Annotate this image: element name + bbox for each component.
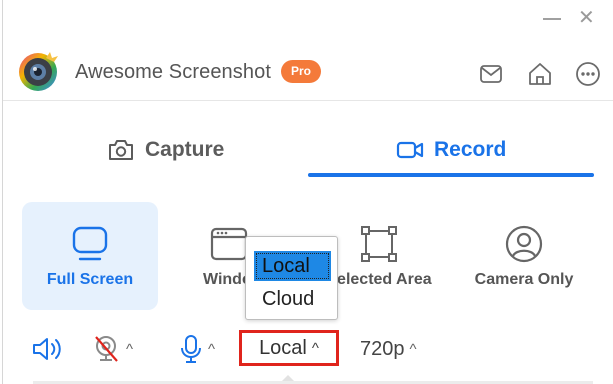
tab-record-label: Record bbox=[434, 138, 507, 161]
selection-icon bbox=[361, 226, 397, 262]
monitor-icon bbox=[72, 226, 108, 261]
window-icon bbox=[210, 227, 248, 261]
camera-icon bbox=[109, 140, 133, 160]
mode-camera-only[interactable]: Camera Only bbox=[456, 202, 592, 310]
tab-record[interactable]: Record bbox=[396, 136, 506, 164]
microphone-toggle[interactable]: ^ bbox=[179, 333, 215, 365]
home-icon[interactable] bbox=[526, 60, 554, 88]
mode-full-screen-label: Full Screen bbox=[46, 271, 134, 288]
app-window: ✕ Awesome Screenshot Pro Capture Record … bbox=[2, 0, 613, 384]
tab-capture[interactable]: Capture bbox=[107, 136, 224, 164]
user-icon bbox=[505, 225, 543, 263]
close-icon[interactable]: ✕ bbox=[578, 6, 595, 30]
resolution-value: 720p bbox=[360, 337, 405, 360]
app-title: Awesome Screenshot bbox=[75, 61, 271, 83]
more-icon[interactable] bbox=[574, 60, 602, 88]
storage-select[interactable]: Local ^ bbox=[239, 330, 339, 366]
active-tab-indicator bbox=[308, 173, 594, 177]
storage-dropdown-menu: Local Cloud bbox=[245, 236, 338, 320]
dropdown-option-local[interactable]: Local bbox=[254, 251, 331, 281]
speaker-icon bbox=[33, 338, 61, 360]
pro-badge: Pro bbox=[281, 60, 321, 83]
mode-full-screen[interactable]: Full Screen bbox=[22, 202, 158, 310]
webcam-off-icon bbox=[95, 336, 118, 362]
tab-capture-label: Capture bbox=[145, 138, 225, 161]
mode-camera-only-label: Camera Only bbox=[474, 271, 574, 288]
webcam-caret[interactable]: ^ bbox=[126, 341, 133, 358]
system-audio-toggle[interactable] bbox=[31, 333, 63, 365]
mail-icon[interactable] bbox=[477, 60, 505, 88]
webcam-toggle[interactable]: ^ bbox=[93, 333, 133, 365]
header-divider bbox=[3, 100, 613, 101]
microphone-caret[interactable]: ^ bbox=[208, 341, 215, 358]
resolution-select[interactable]: 720p ^ bbox=[360, 333, 417, 365]
resolution-caret: ^ bbox=[409, 340, 417, 358]
app-logo bbox=[19, 52, 58, 91]
minimize-icon[interactable] bbox=[543, 18, 561, 20]
storage-select-value: Local bbox=[259, 336, 307, 359]
video-camera-icon bbox=[396, 141, 424, 159]
microphone-icon bbox=[181, 335, 201, 363]
storage-caret: ^ bbox=[311, 339, 319, 357]
dropdown-option-cloud[interactable]: Cloud bbox=[254, 284, 322, 314]
